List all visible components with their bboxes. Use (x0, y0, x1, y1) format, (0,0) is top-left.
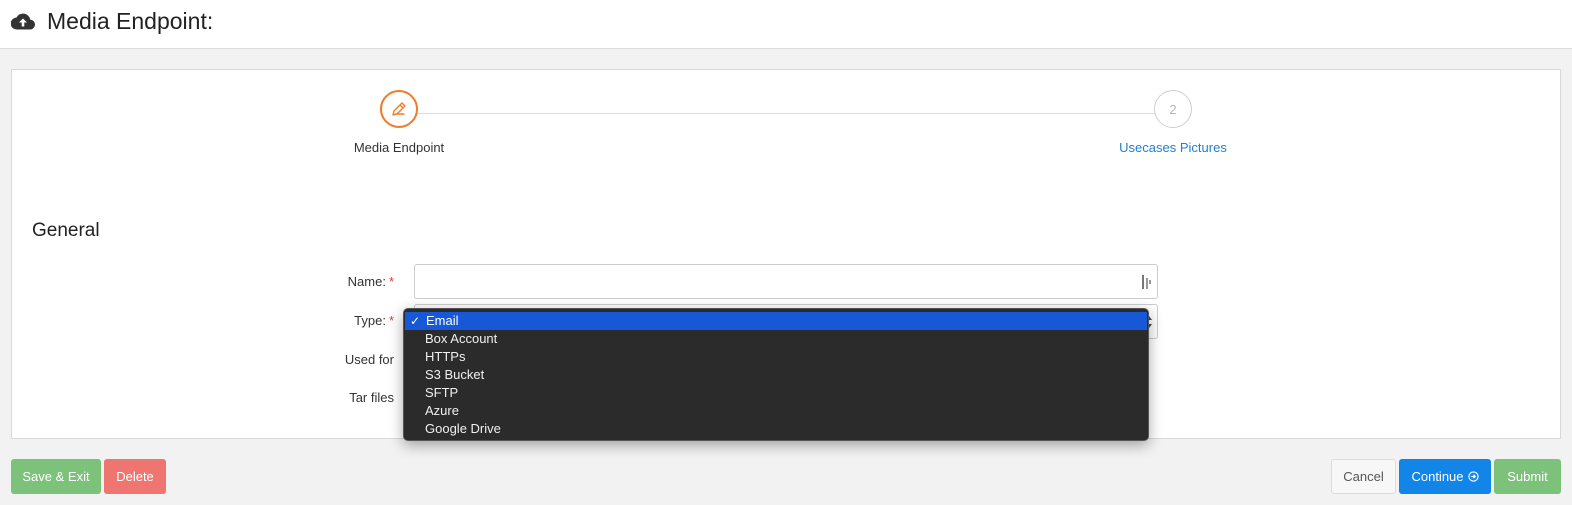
type-label-text: Type: (354, 313, 386, 328)
step-2-label[interactable]: Usecases Pictures (1073, 140, 1273, 155)
dropdown-option-box-account[interactable]: Box Account (404, 330, 1148, 348)
submit-button[interactable]: Submit (1494, 459, 1561, 494)
dropdown-option-https[interactable]: HTTPs (404, 348, 1148, 366)
type-label: Type: * (244, 313, 394, 328)
step-1-circle[interactable] (380, 90, 418, 128)
type-dropdown-menu: ✓ Email Box Account HTTPs S3 Bucket SFTP… (403, 308, 1149, 441)
section-title: General (32, 220, 100, 241)
password-manager-icon[interactable] (1142, 275, 1152, 289)
page-header: Media Endpoint: (0, 0, 1572, 49)
step-2-circle[interactable]: 2 (1154, 90, 1192, 128)
dropdown-option-label: Email (426, 313, 459, 328)
dropdown-option-email[interactable]: ✓ Email (405, 312, 1147, 330)
step-1-label[interactable]: Media Endpoint (299, 140, 499, 155)
dropdown-option-azure[interactable]: Azure (404, 402, 1148, 420)
name-label: Name: * (244, 274, 394, 289)
required-marker: * (388, 274, 394, 289)
name-input[interactable] (414, 264, 1158, 299)
cancel-button[interactable]: Cancel (1331, 459, 1396, 494)
check-icon: ✓ (410, 314, 421, 328)
save-exit-button[interactable]: Save & Exit (11, 459, 101, 494)
dropdown-option-s3-bucket[interactable]: S3 Bucket (404, 366, 1148, 384)
name-label-text: Name: (347, 274, 386, 289)
pencil-icon (392, 102, 406, 116)
cloud-upload-icon (11, 13, 35, 30)
dropdown-option-google-drive[interactable]: Google Drive (404, 420, 1148, 438)
arrow-circle-right-icon (1467, 471, 1479, 482)
continue-label: Continue (1411, 469, 1464, 484)
dropdown-option-sftp[interactable]: SFTP (404, 384, 1148, 402)
used-for-label: Used for (344, 352, 394, 367)
delete-button[interactable]: Delete (104, 459, 166, 494)
page-title: Media Endpoint: (47, 8, 214, 34)
stepper-line (410, 113, 1156, 114)
continue-button[interactable]: Continue (1399, 459, 1491, 494)
tar-files-label: Tar files (349, 390, 394, 405)
required-marker: * (388, 313, 394, 328)
